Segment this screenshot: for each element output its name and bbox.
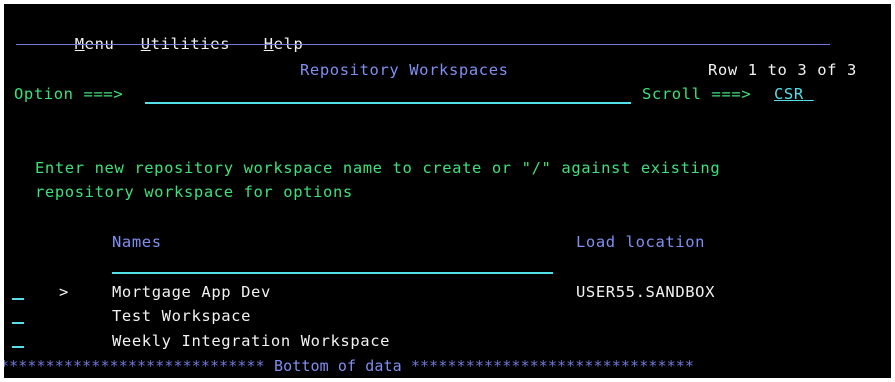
menu-divider <box>16 44 830 45</box>
bottom-of-data-line: ***************************** Bottom of … <box>4 354 694 378</box>
scroll-label: Scroll ===> <box>642 85 752 103</box>
row-info: Row 1 to 3 of 3 <box>708 61 857 79</box>
workspace-name-1: Mortgage App Dev <box>112 283 271 301</box>
column-header-names: Names <box>112 233 162 251</box>
option-label: Option ===> <box>14 85 124 103</box>
stars-left: ***************************** <box>4 357 265 375</box>
row-select-field-1[interactable] <box>12 298 24 300</box>
page-title: Repository Workspaces <box>300 61 509 79</box>
workspace-name-3: Weekly Integration Workspace <box>112 332 391 350</box>
stars-right: ******************************* <box>410 357 694 375</box>
bottom-of-data-text: Bottom of data <box>273 357 402 375</box>
column-header-load-location: Load location <box>576 233 706 251</box>
workspace-name-2: Test Workspace <box>112 307 252 325</box>
scroll-field[interactable]: CSR <box>774 82 814 106</box>
terminal-screen: Menu Utilities Help Repository Workspace… <box>4 4 891 378</box>
load-location-1: USER55.SANDBOX <box>576 283 716 301</box>
scroll-field-pad <box>804 85 814 103</box>
scroll-value: CSR <box>774 85 804 103</box>
row-current-marker: > <box>59 283 69 301</box>
instruction-line-2: repository workspace for options <box>35 183 353 201</box>
row-select-field-3[interactable] <box>12 346 24 348</box>
option-input[interactable] <box>145 82 631 104</box>
names-filter-field[interactable] <box>112 272 553 274</box>
instruction-line-1: Enter new repository workspace name to c… <box>35 159 721 177</box>
row-select-field-2[interactable] <box>12 322 24 324</box>
